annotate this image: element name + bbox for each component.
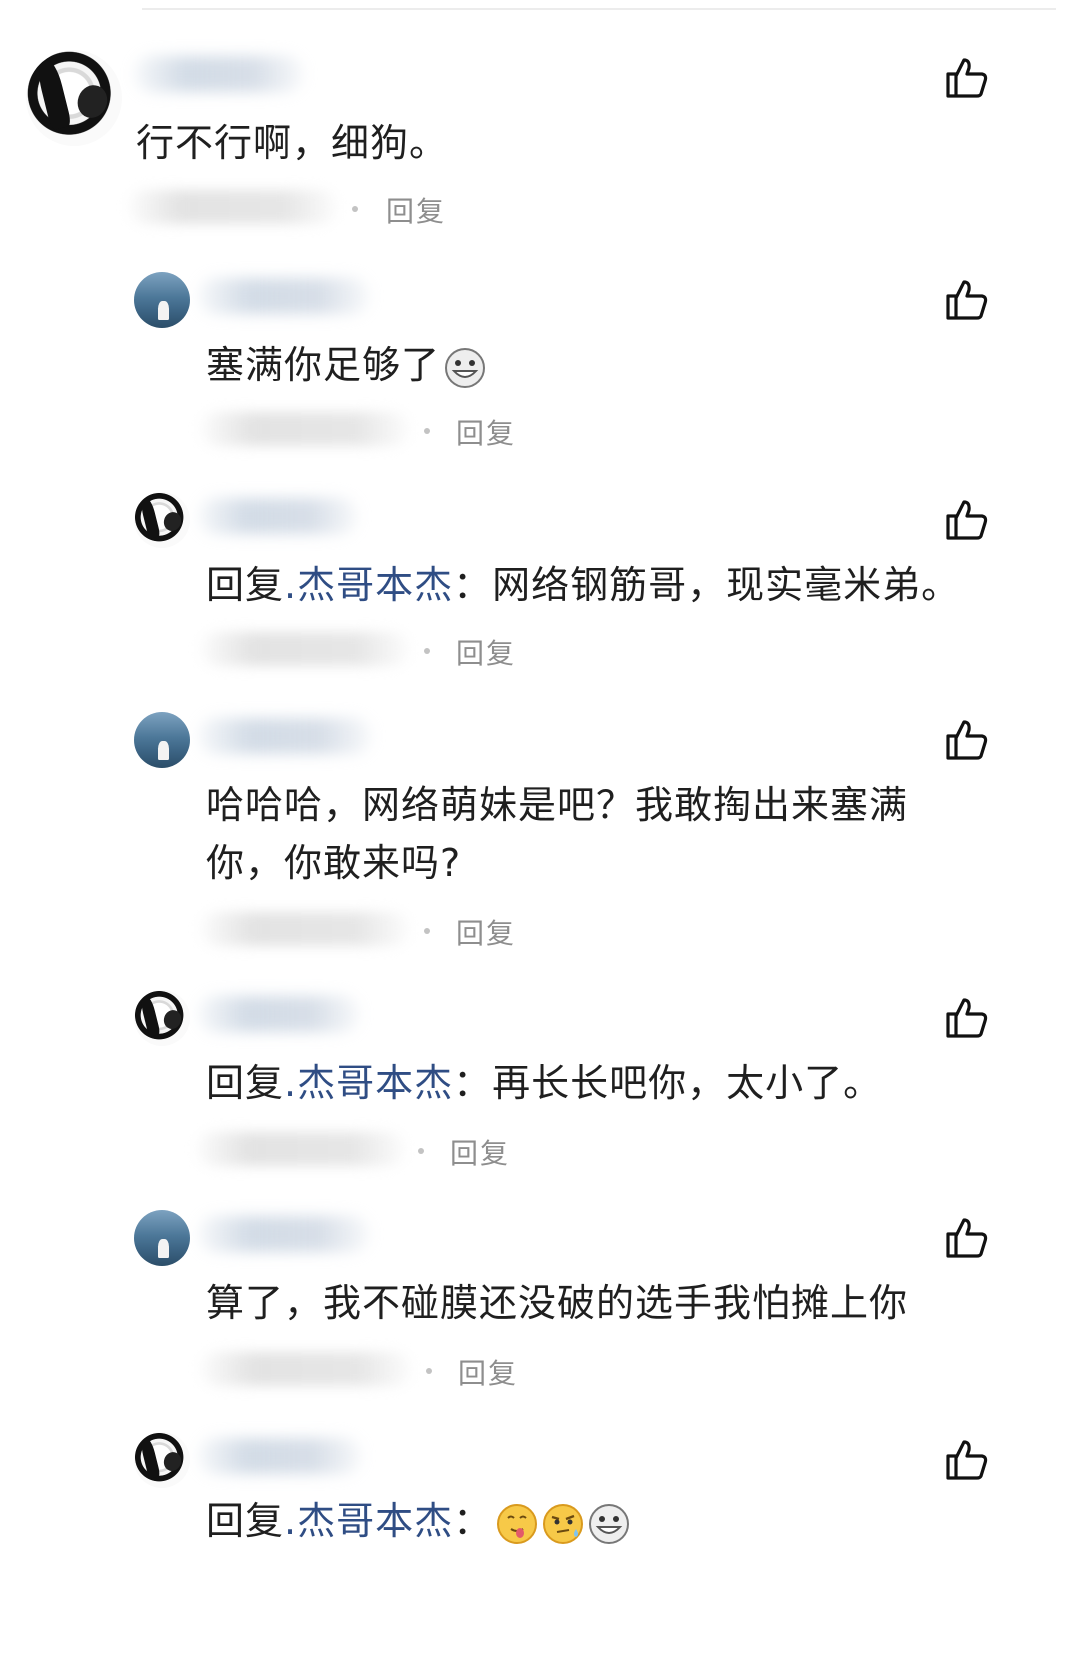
reply-button[interactable]: 回复 bbox=[456, 912, 516, 952]
comment-text: 塞满你足够了 bbox=[206, 334, 486, 396]
username-blurred[interactable] bbox=[134, 56, 304, 92]
avatar[interactable] bbox=[134, 492, 190, 548]
grinning-face-emoji bbox=[445, 347, 486, 388]
reply-button[interactable]: 回复 bbox=[458, 1352, 518, 1392]
thumbs-up-icon[interactable] bbox=[942, 496, 990, 544]
thumbs-up-icon[interactable] bbox=[942, 1436, 990, 1484]
comment-text: 行不行啊，细狗。 bbox=[136, 121, 449, 165]
comment-text: 回复.杰哥本杰： bbox=[206, 1490, 630, 1552]
avatar[interactable] bbox=[134, 712, 190, 768]
meta-dot bbox=[426, 1368, 432, 1374]
tongue-face-emoji bbox=[497, 1503, 538, 1544]
username-blurred[interactable] bbox=[198, 278, 370, 314]
thinking-sweat-face-emoji bbox=[543, 1503, 584, 1544]
avatar[interactable] bbox=[134, 990, 190, 1046]
meta-dot bbox=[424, 648, 430, 654]
comment-meta-blurred bbox=[200, 632, 410, 666]
comment-meta-blurred bbox=[200, 412, 410, 446]
mention-link[interactable]: .杰哥本杰 bbox=[284, 563, 453, 607]
comment-meta-blurred bbox=[200, 1352, 412, 1386]
username-blurred[interactable] bbox=[198, 498, 358, 534]
thumbs-up-icon[interactable] bbox=[942, 54, 990, 102]
username-blurred[interactable] bbox=[198, 718, 372, 754]
thumbs-up-icon[interactable] bbox=[942, 716, 990, 764]
avatar[interactable] bbox=[134, 1210, 190, 1266]
reply-button[interactable]: 回复 bbox=[450, 1132, 510, 1172]
comment-text: 哈哈哈，网络萌妹是吧？我敢掏出来塞满 bbox=[206, 783, 909, 827]
mention-link[interactable]: .杰哥本杰 bbox=[284, 1499, 453, 1543]
comment-text: 算了，我不碰膜还没破的选手我怕摊上你 bbox=[206, 1281, 909, 1325]
username-blurred[interactable] bbox=[198, 1438, 362, 1474]
avatar[interactable] bbox=[134, 1432, 190, 1488]
comment-meta-blurred bbox=[196, 1132, 406, 1166]
grinning-face-emoji bbox=[589, 1503, 630, 1544]
thumbs-up-icon[interactable] bbox=[942, 994, 990, 1042]
reply-button[interactable]: 回复 bbox=[386, 190, 446, 230]
comment-text: 回复.杰哥本杰：再长长吧你，太小了。 bbox=[206, 1061, 883, 1105]
username-blurred[interactable] bbox=[198, 996, 360, 1032]
comment-text: 回复.杰哥本杰：网络钢筋哥，现实毫米弟。 bbox=[206, 563, 961, 607]
avatar[interactable] bbox=[134, 272, 190, 328]
reply-button[interactable]: 回复 bbox=[456, 632, 516, 672]
thumbs-up-icon[interactable] bbox=[942, 1214, 990, 1262]
comment-meta-blurred bbox=[128, 190, 338, 224]
meta-dot bbox=[418, 1148, 424, 1154]
reply-button[interactable]: 回复 bbox=[456, 412, 516, 452]
comment-text-line2: 你，你敢来吗? bbox=[206, 841, 462, 885]
meta-dot bbox=[424, 928, 430, 934]
top-divider bbox=[142, 8, 1056, 10]
meta-dot bbox=[352, 206, 358, 212]
mention-link[interactable]: .杰哥本杰 bbox=[284, 1061, 453, 1105]
meta-dot bbox=[424, 428, 430, 434]
avatar[interactable] bbox=[26, 50, 122, 146]
thumbs-up-icon[interactable] bbox=[942, 276, 990, 324]
username-blurred[interactable] bbox=[198, 1216, 370, 1252]
comment-meta-blurred bbox=[200, 912, 410, 946]
